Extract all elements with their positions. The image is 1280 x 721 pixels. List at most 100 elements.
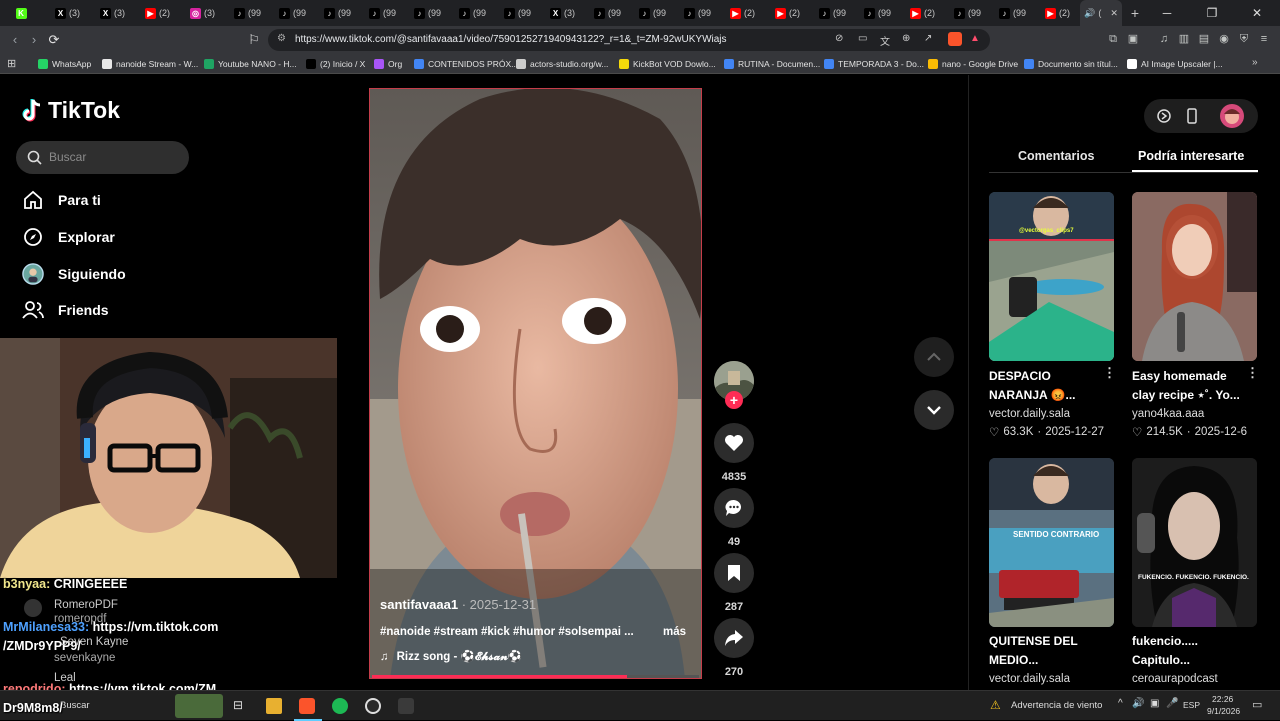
video-progress-bar[interactable] xyxy=(372,675,699,678)
follow-plus-button[interactable]: + xyxy=(725,391,743,409)
card-author[interactable]: yano4kaa.aaa xyxy=(1132,408,1204,420)
brave-shield-icon[interactable] xyxy=(948,32,962,46)
apps-grid-icon[interactable]: ⊞ xyxy=(7,57,16,70)
browser-tab[interactable]: ▶ (2) xyxy=(765,0,810,26)
music-title[interactable]: Rizz song - ⚽𝓔𝓱𝓼𝓪𝓷⚽ xyxy=(397,649,523,664)
browser-tab[interactable]: ♪ (99 xyxy=(675,0,720,26)
browser-tab[interactable]: X (3) xyxy=(45,0,90,26)
maximize-button[interactable]: ❐ xyxy=(1190,0,1234,26)
bookmark-item[interactable]: Youtube NANO - H... xyxy=(204,57,297,71)
card-title[interactable]: Easy homemade clay recipe ⋆˚. Yo... xyxy=(1132,367,1247,405)
menu-icon[interactable]: ≡ xyxy=(1257,32,1271,46)
save-action[interactable]: 287 xyxy=(714,553,754,613)
more-options-icon[interactable]: ⋮ xyxy=(1103,365,1116,381)
video-music[interactable]: ♫ Rizz song - ⚽𝓔𝓱𝓼𝓪𝓷⚽ xyxy=(380,649,522,664)
bookmark-save-icon[interactable] xyxy=(714,553,754,593)
warning-icon[interactable]: ⚠ xyxy=(990,698,1001,712)
card-title[interactable]: fukencio..... Capitulo... xyxy=(1132,632,1247,670)
browser-tab[interactable]: ▶ (2) xyxy=(720,0,765,26)
search-input[interactable]: Buscar xyxy=(16,141,189,174)
tab-podria-interesarte[interactable]: Podría interesarte xyxy=(1138,149,1244,163)
tray-chevron-icon[interactable]: ^ xyxy=(1118,698,1123,709)
screenshot-icon[interactable]: ▤ xyxy=(1197,32,1211,46)
media-icon[interactable]: ⊘ xyxy=(835,33,843,44)
weather-warning[interactable]: Advertencia de viento xyxy=(1011,700,1102,711)
share-action[interactable]: 270 xyxy=(714,618,754,678)
browser-tab[interactable]: ♪ (99 xyxy=(495,0,540,26)
browser-tab[interactable]: ♪ (99 xyxy=(990,0,1035,26)
bookmark-item[interactable]: Org xyxy=(374,57,402,71)
bookmark-item[interactable]: nano - Google Drive xyxy=(928,57,1018,71)
site-info-icon[interactable]: ⚙ xyxy=(277,33,286,44)
close-tab-icon[interactable]: ✕ xyxy=(1110,8,1118,19)
url-text[interactable]: https://www.tiktok.com/@santifavaaa1/vid… xyxy=(295,34,727,45)
sidebar-icon[interactable]: ▥ xyxy=(1177,32,1191,46)
card-title[interactable]: QUITENSE DEL MEDIO... xyxy=(989,632,1104,670)
video-player[interactable]: santifavaaa1 · 2025-12-31 #nanoide #stre… xyxy=(369,88,702,679)
shield-icon[interactable]: ⛨ xyxy=(1237,32,1251,46)
bookmark-item[interactable]: (2) Inicio / X xyxy=(306,57,365,71)
comment-action[interactable]: 49 xyxy=(714,488,754,548)
browser-tab[interactable]: ♪ (99 xyxy=(855,0,900,26)
browser-tab[interactable]: ▶ (2) xyxy=(135,0,180,26)
microphone-icon[interactable]: 🎤 xyxy=(1166,698,1178,709)
bookmark-item[interactable]: Documento sin títul... xyxy=(1024,57,1118,71)
bookmark-item[interactable]: TEMPORADA 3 - Do... xyxy=(824,57,924,71)
like-action[interactable]: 4835 xyxy=(714,423,754,483)
bookmark-item[interactable]: AI Image Upscaler |... xyxy=(1127,57,1223,71)
comment-icon[interactable] xyxy=(714,488,754,528)
heart-icon[interactable] xyxy=(714,423,754,463)
brave-browser-icon[interactable] xyxy=(299,698,315,714)
browser-tab[interactable]: ♪ (99 xyxy=(630,0,675,26)
tiktok-logo[interactable]: TikTok xyxy=(22,97,120,124)
music-icon[interactable]: ♫ xyxy=(1157,32,1171,46)
more-bookmarks-icon[interactable]: » xyxy=(1252,57,1258,68)
taskbar-search[interactable]: Buscar xyxy=(60,700,90,711)
volume-icon[interactable]: 🔊 xyxy=(1132,698,1144,709)
card-author[interactable]: vector.daily.sala xyxy=(989,408,1070,420)
video-card-thumbnail[interactable] xyxy=(1132,192,1257,361)
extensions-icon[interactable]: ⧉ xyxy=(1106,32,1120,46)
author-name[interactable]: santifavaaa1 xyxy=(380,597,458,612)
browser-tab[interactable]: ▶ (2) xyxy=(1035,0,1080,26)
minimize-button[interactable]: ─ xyxy=(1144,0,1190,26)
bookmark-item[interactable]: WhatsApp xyxy=(38,57,91,71)
browser-tab[interactable]: ♪ (99 xyxy=(585,0,630,26)
profile-avatar[interactable] xyxy=(1220,104,1244,128)
card-author[interactable]: vector.daily.sala xyxy=(989,673,1070,685)
coin-icon[interactable] xyxy=(1156,108,1172,124)
active-browser-tab[interactable]: 🔊(✕ xyxy=(1080,0,1122,26)
share-icon[interactable]: ↗ xyxy=(924,33,932,44)
brave-rewards-icon[interactable]: ▲ xyxy=(970,33,980,44)
clock-date[interactable]: 9/1/2026 xyxy=(1207,706,1240,716)
browser-tab[interactable]: X (3) xyxy=(540,0,585,26)
browser-tab[interactable]: ♪ (99 xyxy=(450,0,495,26)
more-button[interactable]: más xyxy=(663,626,686,638)
language-indicator[interactable]: ESP xyxy=(1183,700,1200,710)
phone-icon[interactable] xyxy=(1184,108,1200,124)
browser-tab[interactable]: ♪ (99 xyxy=(810,0,855,26)
video-hashtags[interactable]: #nanoide #stream #kick #humor #solsempai… xyxy=(380,626,634,638)
browser-tab[interactable]: ♪ (99 xyxy=(270,0,315,26)
zoom-icon[interactable]: ⊕ xyxy=(902,33,910,44)
card-title[interactable]: DESPACIO NARANJA 😡... xyxy=(989,367,1104,405)
notifications-icon[interactable]: ▭ xyxy=(1252,698,1262,711)
video-card-thumbnail[interactable]: FUKENCIO. FUKENCIO. FUKENCIO. xyxy=(1132,458,1257,627)
reload-icon[interactable]: ⟳ xyxy=(46,32,62,48)
video-author[interactable]: santifavaaa1 · 2025-12-31 xyxy=(380,597,536,612)
bookmark-icon[interactable]: ⚐ xyxy=(246,32,262,48)
browser-tab[interactable]: ▶ (2) xyxy=(900,0,945,26)
forward-icon[interactable]: › xyxy=(26,32,42,48)
browser-tab[interactable]: X (3) xyxy=(90,0,135,26)
back-icon[interactable]: ‹ xyxy=(7,32,23,48)
card-author[interactable]: ceroaurapodcast xyxy=(1132,673,1218,685)
next-video-button[interactable] xyxy=(914,390,954,430)
nav-siguiendo[interactable]: Siguiendo xyxy=(22,262,126,286)
spotify-icon[interactable] xyxy=(332,698,348,714)
app-icon[interactable] xyxy=(398,698,414,714)
video-card-thumbnail[interactable]: SENTIDO CONTRARIO xyxy=(989,458,1114,627)
browser-tab[interactable]: ♪ (99 xyxy=(945,0,990,26)
previous-video-button[interactable] xyxy=(914,337,954,377)
wallet-icon[interactable]: ▣ xyxy=(1126,32,1140,46)
nav-explorar[interactable]: Explorar xyxy=(22,225,115,249)
